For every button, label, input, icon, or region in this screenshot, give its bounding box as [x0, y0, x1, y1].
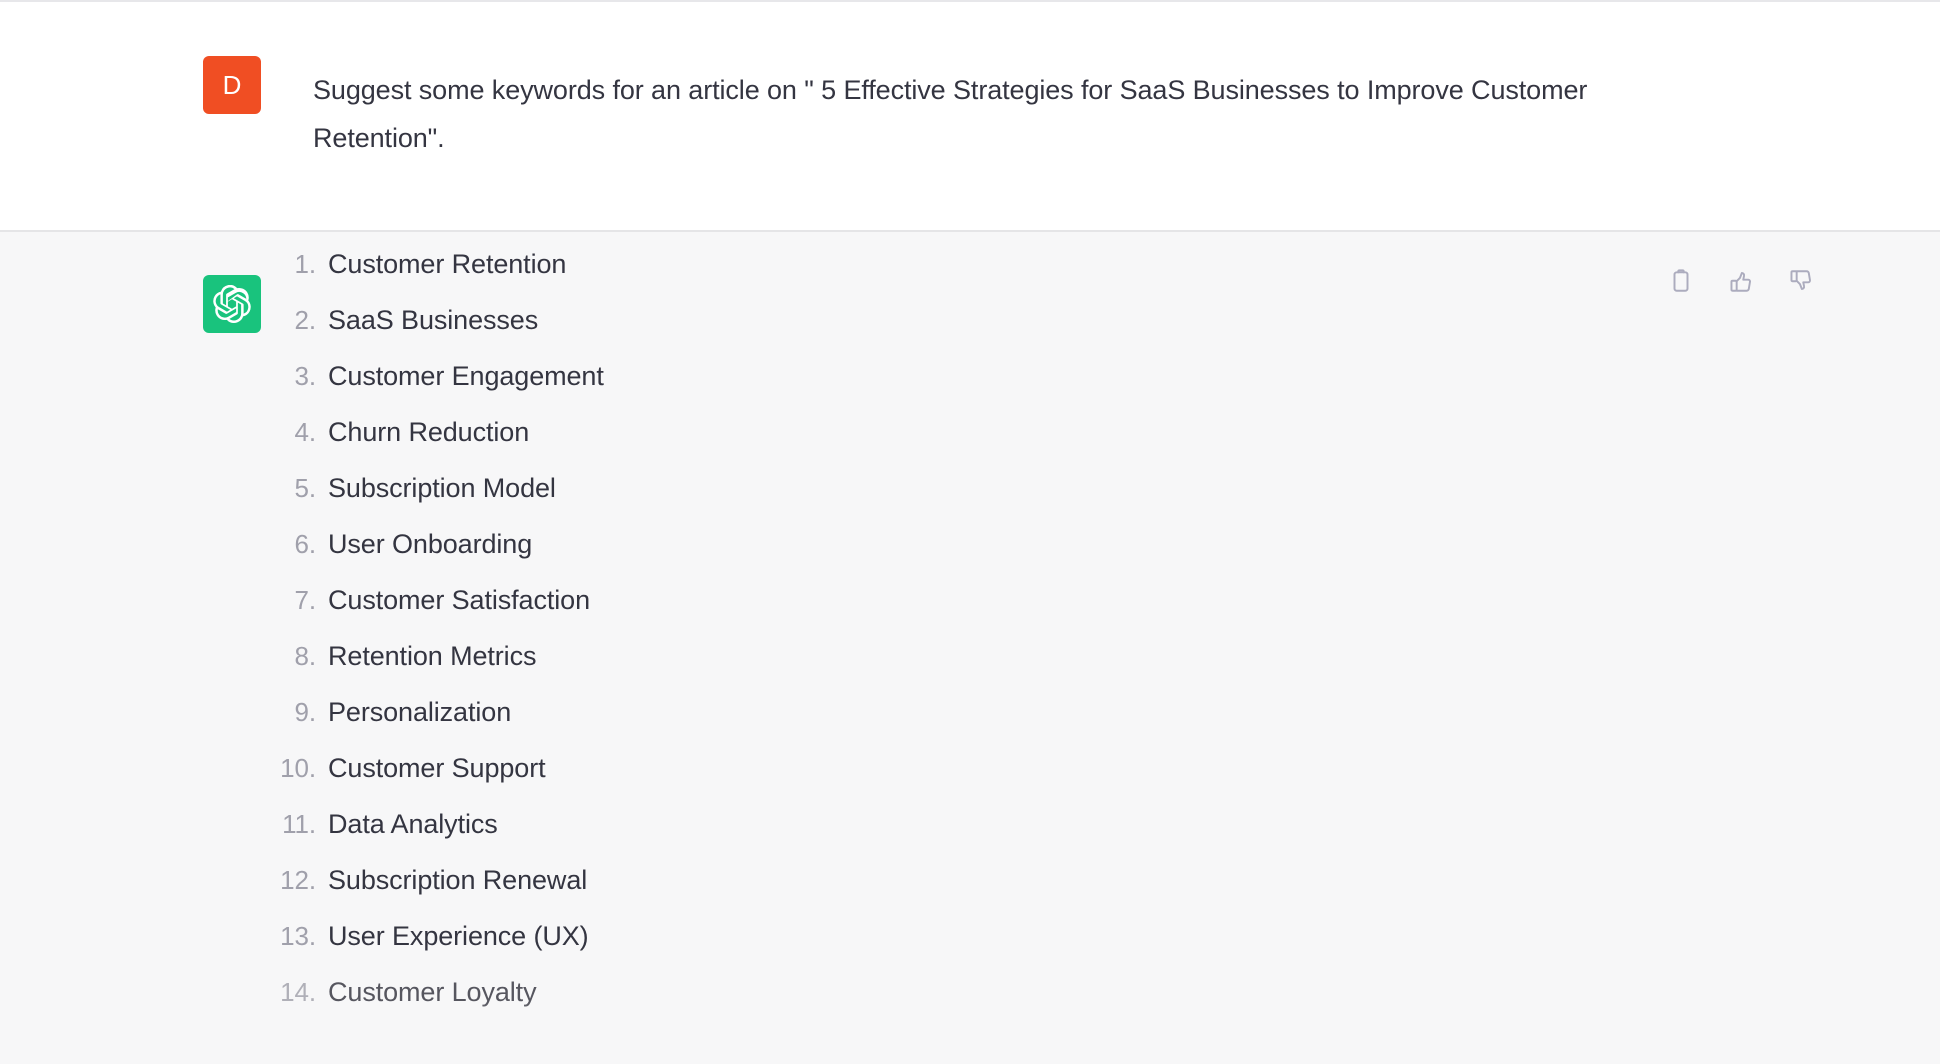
- list-item-number: 3.: [294, 361, 317, 391]
- list-item: 3. Customer Engagement: [270, 348, 1470, 404]
- list-item: 12. Subscription Renewal: [270, 852, 1470, 908]
- chat-page: D Suggest some keywords for an article o…: [0, 0, 1940, 1064]
- list-item: 2. SaaS Businesses: [270, 292, 1470, 348]
- list-item-number: 4.: [294, 417, 317, 447]
- list-item-label: Retention Metrics: [328, 641, 537, 671]
- list-item: 1. Customer Retention: [270, 236, 1470, 292]
- thumbs-up-button[interactable]: [1724, 264, 1758, 298]
- list-item-label: Customer Support: [328, 753, 546, 783]
- list-item: 10. Customer Support: [270, 740, 1470, 796]
- list-item: 14. Customer Loyalty: [270, 964, 1470, 1020]
- list-item-label: Personalization: [328, 697, 512, 727]
- list-item-label: Customer Engagement: [328, 361, 604, 391]
- list-item: 13. User Experience (UX): [270, 908, 1470, 964]
- assistant-avatar: [203, 275, 261, 333]
- openai-logo-icon: [213, 285, 251, 323]
- list-item: 6. User Onboarding: [270, 516, 1470, 572]
- list-item-label: User Experience (UX): [328, 921, 589, 951]
- copy-button[interactable]: [1664, 264, 1698, 298]
- list-item-number: 6.: [294, 529, 317, 559]
- list-item: 5. Subscription Model: [270, 460, 1470, 516]
- list-item-label: SaaS Businesses: [328, 305, 539, 335]
- list-item-label: Churn Reduction: [328, 417, 530, 447]
- list-item-number: 14.: [280, 977, 316, 1007]
- user-message-text: Suggest some keywords for an article on …: [313, 75, 1595, 153]
- list-item: 4. Churn Reduction: [270, 404, 1470, 460]
- assistant-message-turn: 1. Customer Retention 2. SaaS Businesses…: [0, 232, 1940, 1064]
- list-item-number: 13.: [280, 921, 316, 951]
- keyword-list: 1. Customer Retention 2. SaaS Businesses…: [270, 236, 1470, 1020]
- list-item-number: 11.: [282, 809, 316, 839]
- list-item-label: Data Analytics: [328, 809, 498, 839]
- thumbs-up-icon: [1728, 268, 1754, 294]
- list-item-label: Customer Satisfaction: [328, 585, 591, 615]
- list-item: 9. Personalization: [270, 684, 1470, 740]
- list-item-number: 2.: [294, 305, 317, 335]
- list-item-number: 1.: [294, 249, 317, 279]
- list-item: 7. Customer Satisfaction: [270, 572, 1470, 628]
- thumbs-down-icon: [1788, 268, 1814, 294]
- list-item-label: Subscription Model: [328, 473, 556, 503]
- copy-icon: [1668, 268, 1694, 294]
- list-item-label: Subscription Renewal: [328, 865, 588, 895]
- list-item-number: 5.: [294, 473, 317, 503]
- list-item-label: Customer Retention: [328, 249, 567, 279]
- list-item-number: 12.: [280, 865, 316, 895]
- list-item: 8. Retention Metrics: [270, 628, 1470, 684]
- list-item: 11. Data Analytics: [270, 796, 1470, 852]
- user-message-turn: D Suggest some keywords for an article o…: [0, 2, 1940, 230]
- message-actions: [1664, 264, 1818, 298]
- user-avatar: D: [203, 56, 261, 114]
- thumbs-down-button[interactable]: [1784, 264, 1818, 298]
- list-item-number: 7.: [294, 585, 317, 615]
- list-item-number: 10.: [280, 753, 316, 783]
- list-item-label: User Onboarding: [328, 529, 533, 559]
- list-item-number: 9.: [294, 697, 317, 727]
- list-item-label: Customer Loyalty: [328, 977, 537, 1007]
- list-item-number: 8.: [294, 641, 317, 671]
